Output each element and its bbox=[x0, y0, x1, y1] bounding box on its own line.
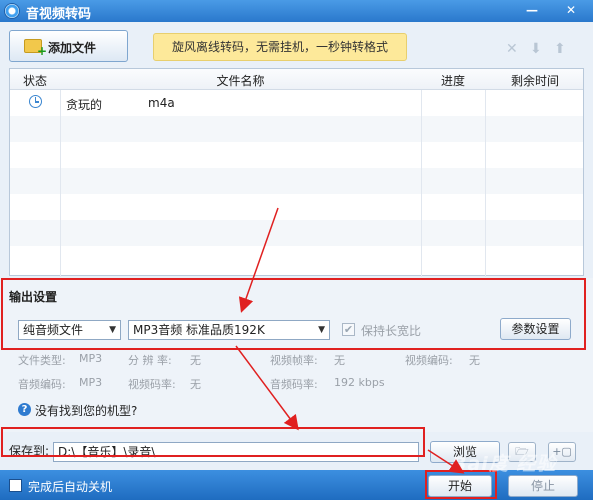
header-remaining[interactable]: 剩余时间 bbox=[485, 72, 585, 89]
clock-icon bbox=[29, 95, 42, 108]
auto-shutdown-checkbox[interactable] bbox=[9, 479, 22, 492]
window-title: 音视频转码 bbox=[26, 7, 92, 22]
delete-icon[interactable]: ✕ bbox=[506, 41, 518, 57]
stop-button[interactable]: 停止 bbox=[508, 475, 578, 497]
main-panel: 添加文件 旋风离线转码，无需挂机，一秒钟转格式 ✕ ⬇ ⬆ 状态 文件名称 进度… bbox=[0, 22, 593, 470]
model-not-found-link[interactable]: 没有找到您的机型? bbox=[35, 402, 137, 419]
auto-shutdown-label: 完成后自动关机 bbox=[28, 480, 113, 494]
file-table: 状态 文件名称 进度 剩余时间 贪玩的 m4a bbox=[9, 68, 584, 277]
move-down-icon[interactable]: ⬇ bbox=[530, 41, 542, 57]
baidu-watermark: Bai度 经验 bbox=[452, 453, 557, 475]
promo-banner[interactable]: 旋风离线转码，无需挂机，一秒钟转格式 bbox=[153, 33, 407, 61]
row-stripe bbox=[10, 168, 583, 194]
file-type-label: 文件类型: bbox=[18, 354, 66, 367]
row-stripe bbox=[10, 220, 583, 246]
header-progress[interactable]: 进度 bbox=[421, 72, 485, 89]
column-divider bbox=[60, 69, 61, 277]
column-divider bbox=[421, 69, 422, 277]
help-icon: ? bbox=[18, 403, 31, 416]
header-status[interactable]: 状态 bbox=[10, 72, 60, 89]
title-bar: 音视频转码 — ✕ bbox=[0, 0, 593, 22]
video-codec-value: 无 bbox=[469, 354, 480, 367]
resolution-value: 无 bbox=[190, 354, 201, 367]
file-name: 贪玩的 bbox=[66, 98, 103, 112]
close-button[interactable]: ✕ bbox=[561, 2, 581, 18]
video-fps-value: 无 bbox=[334, 354, 345, 367]
add-folder-icon bbox=[24, 39, 47, 58]
move-up-icon[interactable]: ⬆ bbox=[554, 41, 566, 57]
annotation-box-output bbox=[1, 278, 586, 350]
row-stripe bbox=[10, 116, 583, 142]
header-filename[interactable]: 文件名称 bbox=[60, 72, 421, 89]
add-file-label: 添加文件 bbox=[48, 41, 97, 55]
add-file-button[interactable]: 添加文件 bbox=[9, 30, 128, 62]
app-icon bbox=[4, 3, 20, 19]
resolution-label: 分 辨 率: bbox=[128, 354, 172, 367]
video-fps-label: 视频帧率: bbox=[270, 354, 318, 367]
table-header: 状态 文件名称 进度 剩余时间 bbox=[10, 69, 583, 90]
column-divider bbox=[485, 69, 486, 277]
audio-bitrate-label: 音频码率: bbox=[270, 378, 318, 391]
audio-codec-value: MP3 bbox=[79, 376, 103, 389]
minimize-button[interactable]: — bbox=[522, 2, 542, 18]
video-bitrate-value: 无 bbox=[190, 378, 201, 391]
audio-bitrate-value: 192 kbps bbox=[334, 376, 385, 389]
file-type-value: MP3 bbox=[79, 352, 103, 365]
video-bitrate-label: 视频码率: bbox=[128, 378, 176, 391]
audio-codec-label: 音频编码: bbox=[18, 378, 66, 391]
video-codec-label: 视频编码: bbox=[405, 354, 453, 367]
annotation-box-save bbox=[1, 427, 425, 457]
file-extension: m4a bbox=[148, 96, 175, 110]
